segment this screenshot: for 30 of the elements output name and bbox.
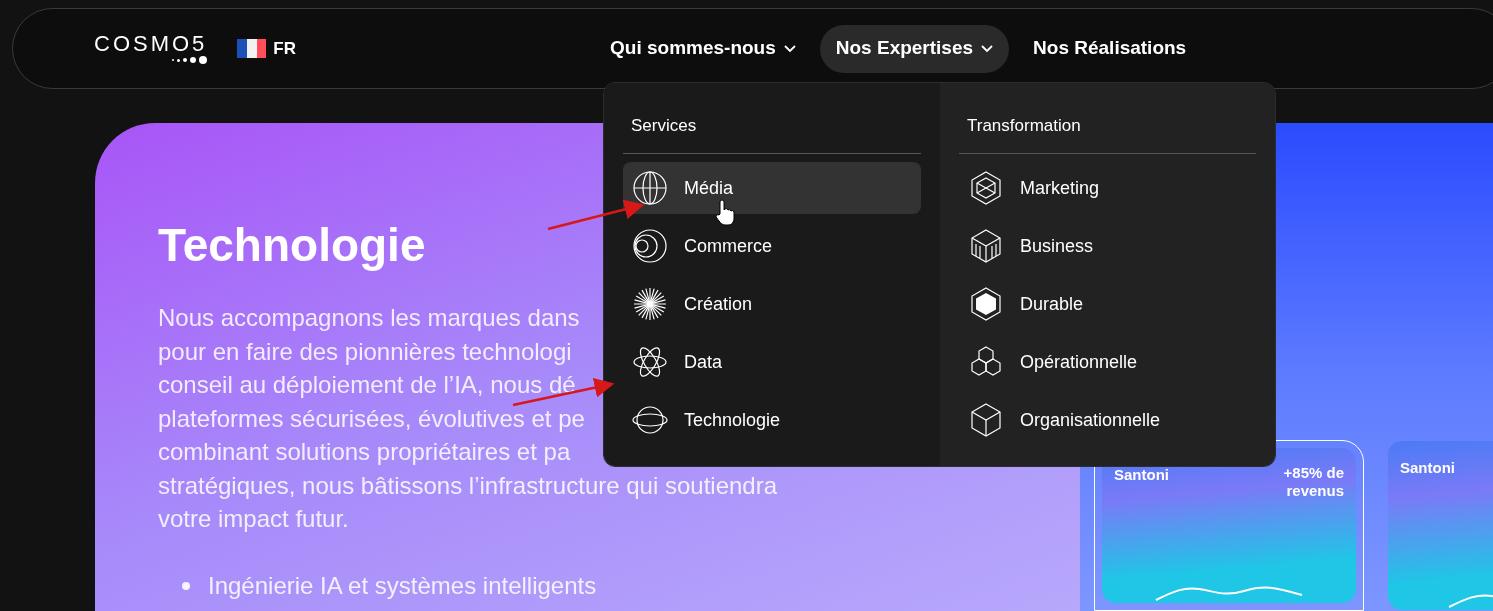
paragraph-line: combinant solutions propriétaires et pa [158,439,571,466]
nav-menu-item[interactable]: Qui sommes-nous [594,24,812,73]
menu-heading: Services [630,115,698,137]
menu-item[interactable]: Commerce [623,220,921,272]
menu-heading: Transformation [966,115,1082,137]
bullet-text: Ingénierie IA et systèmes intelligents [208,570,597,601]
menu-item[interactable]: Business [959,220,1256,272]
paragraph-line: conseil au déploiement de l’IA, nous dé [158,372,576,399]
menu-item[interactable]: Technologie [623,394,921,446]
paragraph-line: votre impact futur. [158,506,349,533]
menu-item[interactable]: Création [623,278,921,330]
paragraph-line: Nous accompagnons les marques dans [158,305,580,332]
nav-menu-item[interactable]: Nos Réalisations [1017,24,1203,73]
logo[interactable]: COSMO5 [94,33,208,64]
paragraph-line: pour en faire des pionnières technologi [158,338,572,365]
nav-menu-item[interactable]: Nos Expertises [819,24,1010,73]
menu-item[interactable]: Opérationnelle [959,336,1256,388]
language-label[interactable]: FR [273,35,297,62]
menu-item[interactable]: Média [623,162,921,214]
menu-item[interactable]: Durable [959,278,1256,330]
paragraph-line: plateformes sécurisées, évolutives et pe [158,405,585,432]
client-name: Santoni [1400,458,1455,478]
client-name: Santoni [1114,465,1169,485]
case-study-frame[interactable]: Santoni [1387,440,1493,611]
paragraph-line: stratégiques, nous bâtissons l’infrastructure qui soutiendra [158,472,777,499]
menu-item[interactable]: Marketing [959,162,1256,214]
metric-text: +85% de revenus [1282,464,1344,500]
case-study-frame[interactable]: Santoni +85% de revenus [1094,440,1364,611]
menu-item[interactable]: Data [623,336,921,388]
hero-title: Technologie [158,218,426,273]
